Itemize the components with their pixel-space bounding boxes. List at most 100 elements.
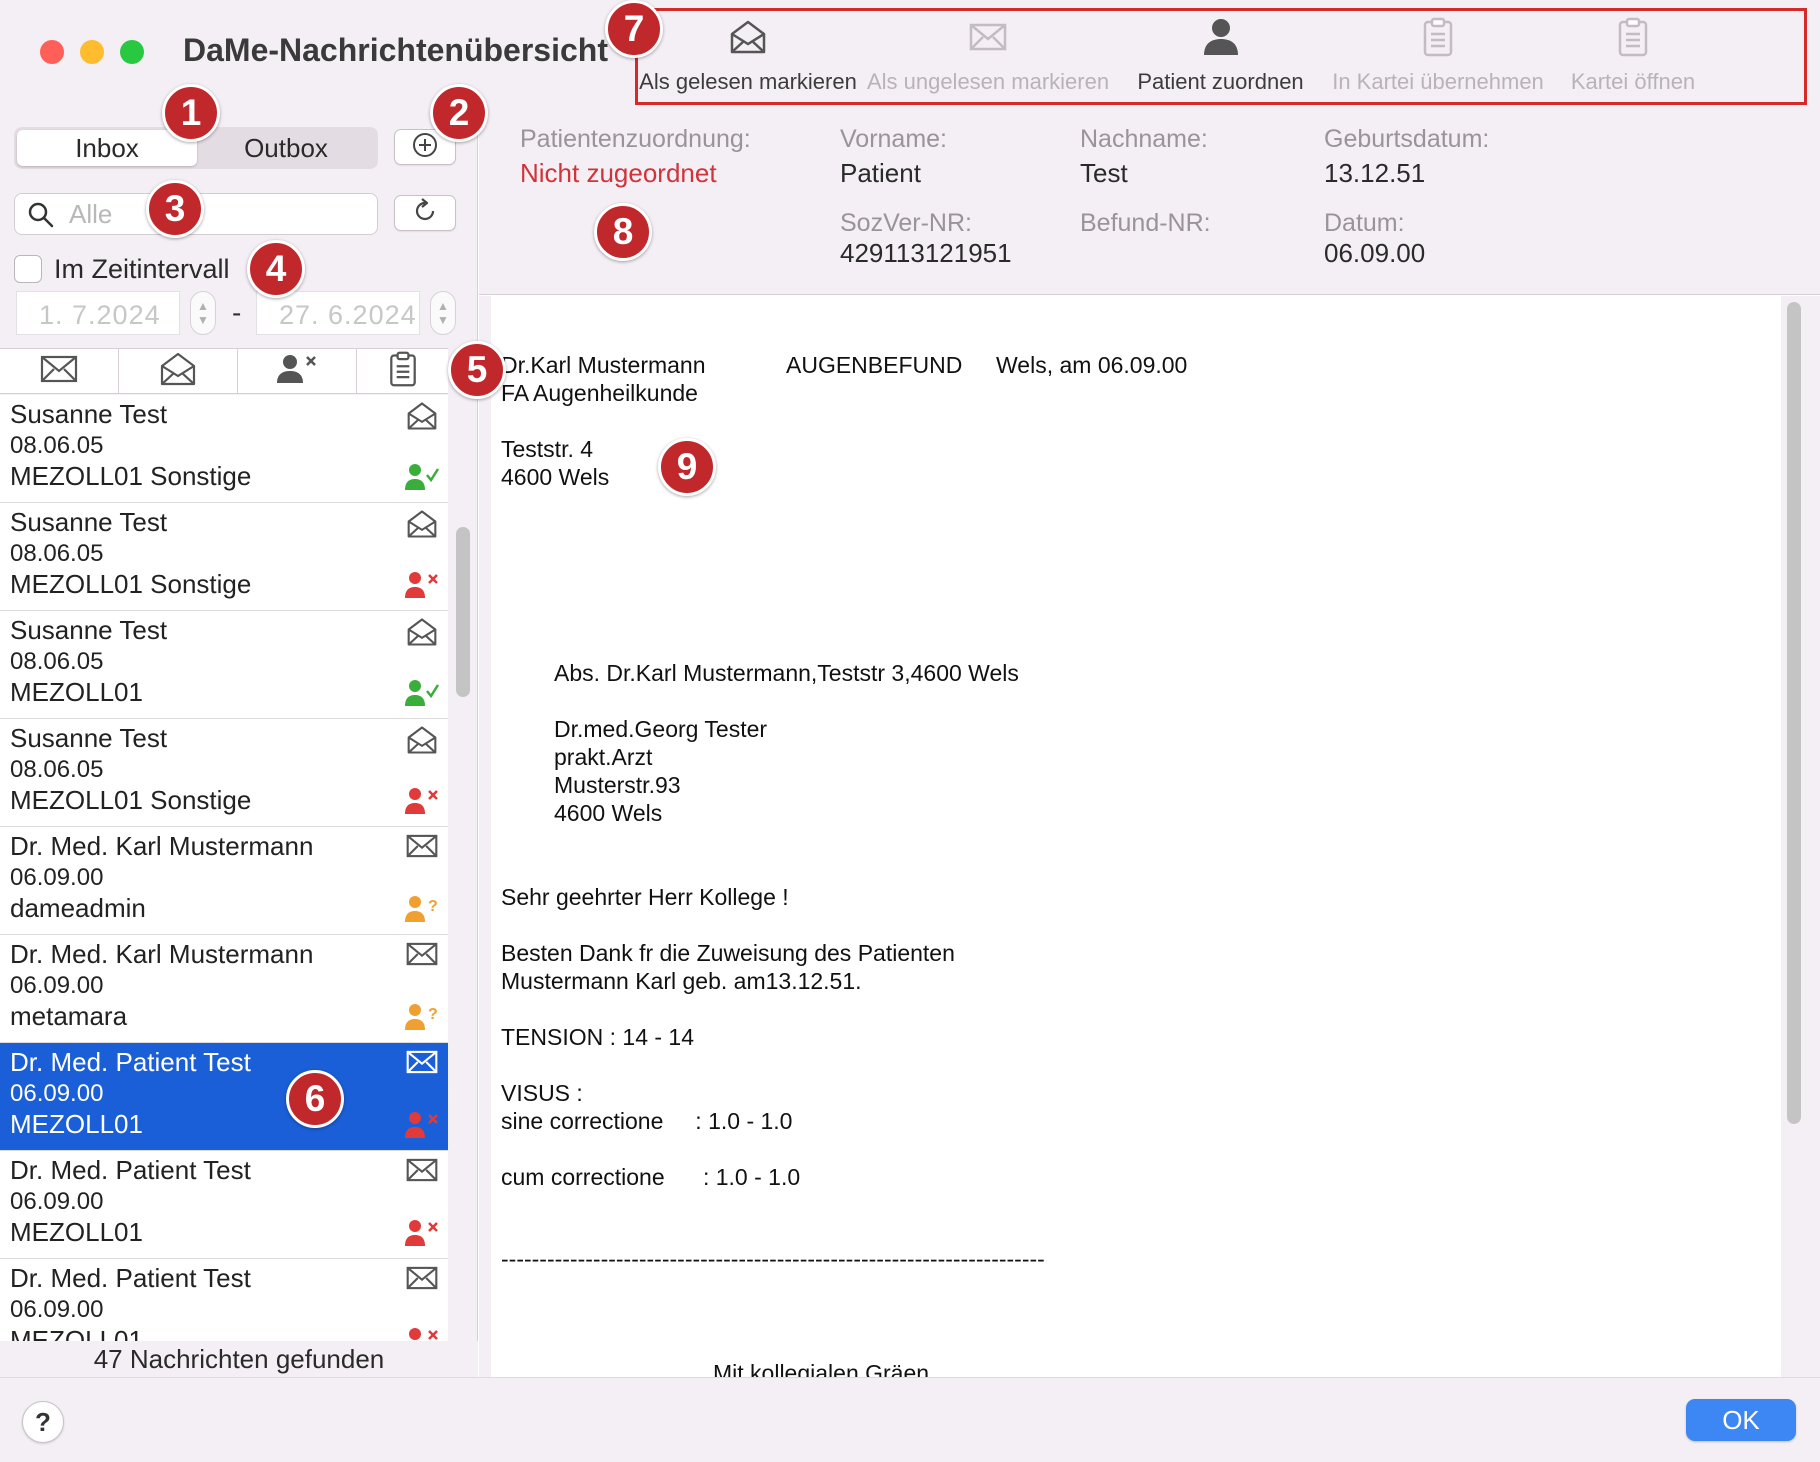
document-scrollbar[interactable] (1787, 302, 1801, 1124)
message-list-item[interactable]: Dr. Med. Patient Test 06.09.00 MEZOLL01 (0, 1259, 448, 1341)
message-sender: Dr. Med. Karl Mustermann (10, 939, 314, 969)
svg-text:?: ? (428, 898, 438, 915)
window-title: DaMe-Nachrichtenübersicht (183, 32, 608, 68)
help-button[interactable]: ? (22, 1401, 64, 1443)
clipboard-icon (389, 351, 417, 392)
message-info: metamara (10, 1001, 128, 1031)
doc-cum: cum correctione : 1.0 - 1.0 (501, 1164, 801, 1190)
message-sender: Susanne Test (10, 615, 168, 645)
doc-visus: VISUS : (501, 1080, 583, 1106)
mark-unread-button[interactable]: Als ungelesen markieren (867, 11, 1109, 103)
date-from-field[interactable]: 1. 7.2024 (16, 291, 180, 335)
message-list-item[interactable]: Susanne Test 08.06.05 MEZOLL01 Sonstige (0, 503, 448, 611)
minimize-window-button[interactable] (80, 40, 104, 64)
date-to-stepper[interactable]: ▲ ▼ (430, 291, 456, 335)
message-date: 06.09.00 (10, 864, 104, 891)
message-list-item[interactable]: Dr. Med. Patient Test 06.09.00 MEZOLL01 (0, 1151, 448, 1259)
doc-body-line1: Besten Dank fr die Zuweisung des Patient… (501, 940, 955, 966)
envelope-open-icon (159, 351, 197, 392)
column-header-record[interactable] (357, 349, 448, 393)
message-sender: Susanne Test (10, 507, 168, 537)
patient-info-panel: Patientenzuordnung: Nicht zugeordnet Vor… (479, 105, 1820, 295)
bottom-bar: ? OK (0, 1377, 1820, 1462)
doc-header-type: AUGENBEFUND (786, 352, 963, 378)
envelope-closed-icon (406, 1049, 438, 1080)
message-list-header (0, 348, 448, 394)
patient-unknown-icon: ? (404, 895, 440, 928)
patient-unassigned-icon (404, 1327, 440, 1341)
title-bar: DaMe-Nachrichtenübersicht Als gelesen ma… (0, 0, 1820, 105)
message-sender: Dr. Med. Karl Mustermann (10, 831, 314, 861)
person-icon (1202, 15, 1240, 59)
doc-recipient-name: Dr.med.Georg Tester (554, 716, 768, 742)
column-header-opened[interactable] (119, 349, 238, 393)
mark-read-button[interactable]: Als gelesen markieren (639, 11, 857, 103)
plus-circle-icon (411, 131, 439, 164)
clipboard-icon (1423, 15, 1453, 59)
message-list: Susanne Test 08.06.05 MEZOLL01 Sonstige Sus… (0, 395, 448, 1341)
assign-patient-button[interactable]: Patient zuordnen (1133, 11, 1308, 103)
envelope-open-icon (406, 725, 438, 760)
column-header-read[interactable] (0, 349, 119, 393)
import-record-label: In Kartei übernehmen (1332, 69, 1544, 94)
doc-city: 4600 Wels (501, 464, 610, 490)
envelope-open-icon (406, 617, 438, 652)
message-list-scrollbar[interactable] (456, 527, 470, 697)
found-count: 47 Nachrichten gefunden (0, 1341, 478, 1377)
message-sender: Dr. Med. Patient Test (10, 1263, 251, 1293)
message-list-item[interactable]: Susanne Test 08.06.05 MEZOLL01 (0, 611, 448, 719)
envelope-closed-icon (40, 354, 78, 389)
patient-assigned-icon (404, 463, 440, 496)
doc-sender-line: Abs. Dr.Karl Mustermann,Teststr 3,4600 W… (554, 660, 1019, 686)
message-list-item[interactable]: Dr. Med. Karl Mustermann 06.09.00 dameadmi… (0, 827, 448, 935)
message-info: MEZOLL01 (10, 1109, 143, 1139)
message-info: MEZOLL01 (10, 1217, 143, 1247)
doc-recipient-street: Musterstr.93 (554, 772, 681, 798)
doc-specialty: FA Augenheilkunde (501, 380, 698, 406)
message-sender: Dr. Med. Patient Test (10, 1155, 251, 1185)
doc-tension: TENSION : 14 - 14 (501, 1024, 695, 1050)
message-list-item[interactable]: Susanne Test 08.06.05 MEZOLL01 Sonstige (0, 395, 448, 503)
svg-text:?: ? (428, 1006, 438, 1023)
mark-unread-label: Als ungelesen markieren (866, 69, 1110, 94)
callout-marker: 7 (605, 0, 663, 58)
date-value: 06.09.00 (1324, 238, 1426, 268)
date-from-stepper[interactable]: ▲ ▼ (190, 291, 216, 335)
firstname-label: Vorname: (840, 125, 948, 153)
patient-unassigned-icon (404, 787, 440, 820)
close-window-button[interactable] (40, 40, 64, 64)
tab-inbox[interactable]: Inbox (17, 130, 197, 166)
doc-recipient-title: prakt.Arzt (554, 744, 653, 770)
open-record-button[interactable]: Kartei öffnen (1563, 11, 1703, 103)
doc-body-line2: Mustermann Karl geb. am13.12.51. (501, 968, 862, 994)
column-header-patient[interactable] (238, 349, 357, 393)
mark-read-label: Als gelesen markieren (639, 69, 857, 94)
callout-marker: 5 (448, 341, 506, 399)
message-list-item[interactable]: Dr. Med. Patient Test 06.09.00 MEZOLL01 (0, 1043, 448, 1151)
assignment-label: Patientenzuordnung: (520, 125, 751, 153)
message-date: 08.06.05 (10, 756, 104, 783)
ssn-label: SozVer-NR: (840, 209, 972, 237)
import-record-button[interactable]: In Kartei übernehmen (1332, 11, 1544, 103)
doc-closing: Mit kollegialen Gräen (713, 1360, 930, 1377)
time-interval-checkbox[interactable] (14, 255, 42, 283)
callout-marker: 8 (594, 203, 652, 261)
message-sender: Susanne Test (10, 723, 168, 753)
tab-outbox[interactable]: Outbox (196, 130, 376, 166)
firstname-value: Patient (840, 158, 921, 188)
message-sender: Dr. Med. Patient Test (10, 1047, 251, 1077)
message-list-item[interactable]: Susanne Test 08.06.05 MEZOLL01 Sonstige (0, 719, 448, 827)
lastname-label: Nachname: (1080, 125, 1208, 153)
callout-marker: 4 (247, 240, 305, 298)
ok-button[interactable]: OK (1686, 1399, 1796, 1441)
search-input[interactable] (69, 199, 359, 229)
message-date: 06.09.00 (10, 1080, 104, 1107)
refresh-button[interactable] (394, 195, 456, 231)
search-icon (27, 201, 55, 234)
zoom-window-button[interactable] (120, 40, 144, 64)
toolbar: Als gelesen markieren Als ungelesen mark… (635, 8, 1807, 105)
doc-separator: ----------------------------------------… (501, 1246, 1045, 1272)
message-list-item[interactable]: Dr. Med. Karl Mustermann 06.09.00 metamara… (0, 935, 448, 1043)
doc-street: Teststr. 4 (501, 436, 594, 462)
patient-assigned-icon (404, 679, 440, 712)
